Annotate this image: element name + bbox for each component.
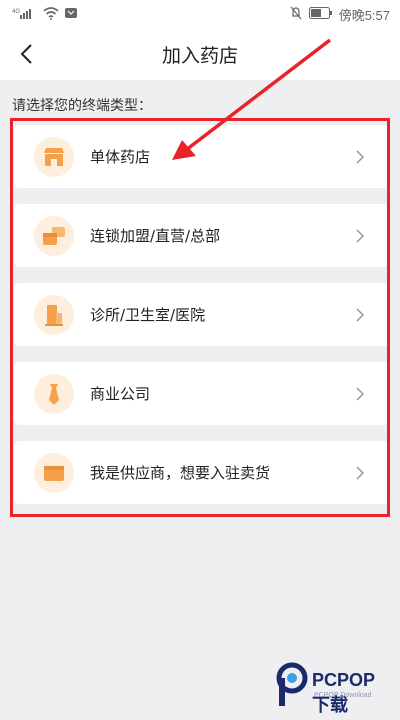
necktie-icon — [34, 374, 74, 414]
option-label: 我是供应商，想要入驻卖货 — [90, 464, 271, 482]
mobile-signal-icon: 4G — [12, 6, 38, 23]
notification-icon — [64, 7, 78, 22]
status-bar: 4G 傍晚5:57 — [0, 0, 400, 28]
watermark: PCPOP下载 PCPOP Download — [274, 660, 392, 715]
option-label: 诊所/卫生室/医院 — [90, 306, 206, 324]
pcpop-logo-icon — [276, 662, 308, 706]
option-label: 商业公司 — [90, 385, 151, 403]
chain-stores-icon — [34, 216, 74, 256]
option-label: 单体药店 — [90, 148, 151, 166]
page-title: 加入药店 — [161, 45, 238, 67]
mute-bell-icon — [289, 6, 303, 23]
battery-icon — [308, 7, 333, 22]
terminal-type-list: 单体药店 连锁加盟/直营/总部 诊所/卫生室/医院 商业公司 我是供应商，想要入… — [14, 125, 389, 520]
nav-bar: 加入药店 — [0, 28, 400, 80]
chevron-right-icon — [356, 229, 365, 243]
option-chain-store[interactable]: 连锁加盟/直营/总部 — [14, 204, 389, 267]
option-clinic-hospital[interactable]: 诊所/卫生室/医院 — [14, 283, 389, 346]
chevron-right-icon — [356, 387, 365, 401]
store-icon — [34, 137, 74, 177]
wifi-icon — [43, 6, 59, 23]
status-clock: 傍晚5:57 — [338, 8, 390, 23]
box-icon — [34, 453, 74, 493]
chevron-right-icon — [356, 466, 365, 480]
option-supplier[interactable]: 我是供应商，想要入驻卖货 — [14, 441, 389, 504]
option-business-company[interactable]: 商业公司 — [14, 362, 389, 425]
signal-label: 4G — [12, 9, 20, 15]
chevron-right-icon — [356, 150, 365, 164]
watermark-subtitle: PCPOP Download — [314, 692, 372, 699]
option-single-pharmacy[interactable]: 单体药店 — [14, 125, 389, 188]
terminal-type-prompt: 请选择您的终端类型： — [12, 98, 152, 114]
option-label: 连锁加盟/直营/总部 — [90, 227, 221, 245]
chevron-right-icon — [356, 308, 365, 322]
clinic-building-icon — [34, 295, 74, 335]
